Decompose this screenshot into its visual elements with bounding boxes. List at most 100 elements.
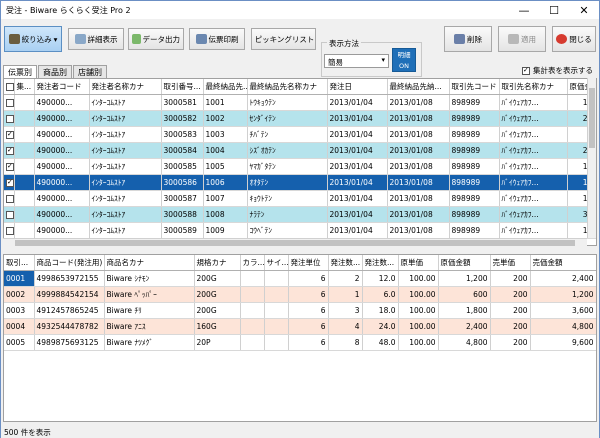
column-header[interactable]: 商品名カナ <box>104 255 195 271</box>
order-line-row[interactable]: 0005 4989875693125 Biware ﾅﾂﾒｸﾞ 20P 6 8 48.0 10… <box>4 334 596 351</box>
tab-by-product[interactable]: 商品別 <box>38 65 72 78</box>
orders-horizontal-scrollbar[interactable] <box>3 238 587 247</box>
order-line-row[interactable]: 0004 4932544478782 Biware ｱﾆｽ 160G 6 4 24.0 100… <box>4 318 596 335</box>
column-header[interactable]: 発注数... <box>328 255 363 271</box>
column-header[interactable]: カラ... <box>240 255 265 271</box>
row-checkbox-cell[interactable] <box>4 142 15 159</box>
column-header[interactable]: 商品コード(発注用) <box>34 255 105 271</box>
column-header[interactable]: 取引... <box>4 255 35 271</box>
column-header[interactable]: 発注者名称カナ <box>89 79 162 95</box>
row-checkbox[interactable] <box>6 114 13 123</box>
column-header[interactable]: 発注数... <box>362 255 399 271</box>
order-line-row[interactable]: 0002 4999884542154 Biware ﾍﾟｯﾊﾟｰ 200G 6 1 6.0 1… <box>4 286 596 303</box>
orders-vertical-scrollbar[interactable] <box>587 78 596 238</box>
table-cell: 490000... <box>34 158 90 175</box>
print-slip-button[interactable]: 伝票印刷 <box>189 28 245 50</box>
row-checkbox-cell[interactable] <box>4 174 15 191</box>
table-cell: Biware ﾅﾂﾒｸﾞ <box>104 334 195 351</box>
row-checkbox-cell[interactable] <box>4 222 15 239</box>
row-checkbox[interactable] <box>6 98 13 107</box>
row-checkbox[interactable] <box>6 146 13 155</box>
column-header[interactable]: 原単価 <box>398 255 439 271</box>
scroll-thumb[interactable] <box>589 88 595 148</box>
order-row[interactable]: 490000...ｲﾝﾀｰｺﾑｽﾄｱ30005841004ｼｽﾞｵｶﾃﾝ2013… <box>4 142 596 159</box>
table-cell: 4932544478782 <box>34 318 105 335</box>
column-header[interactable]: 取引先名称カナ <box>499 79 568 95</box>
table-cell: 0003 <box>4 302 35 319</box>
table-cell: 100.00 <box>398 286 439 303</box>
table-cell: 1,200 <box>530 286 596 303</box>
maximize-button[interactable]: ☐ <box>539 1 569 19</box>
tab-by-slip[interactable]: 伝票別 <box>3 65 37 79</box>
order-row[interactable]: 490000... ｲﾝﾀｰｺﾑｽﾄｱ 3000589 1009 ｺｳﾍﾞﾃﾝ 2013/… <box>4 222 596 239</box>
detail-toggle[interactable]: 明細 ON <box>392 48 416 72</box>
table-cell: 1 <box>328 286 363 303</box>
order-row[interactable]: 490000...ｲﾝﾀｰｺﾑｽﾄｱ30005861006ｵｵﾀﾃﾝ2013/0… <box>4 174 596 191</box>
detail-button[interactable]: 詳細表示 <box>68 28 124 50</box>
row-checkbox-cell[interactable] <box>4 94 15 111</box>
row-checkbox[interactable] <box>6 178 13 187</box>
order-row[interactable]: 490000...ｲﾝﾀｰｺﾑｽﾄｱ30005851005ﾔﾏｶﾞﾀﾃﾝ2013… <box>4 158 596 175</box>
order-line-row[interactable]: 0001 4998653972155 Biware ｼﾅﾓﾝ 200G 6 2 12.0 10… <box>4 270 596 287</box>
row-checkbox-cell[interactable] <box>4 206 15 223</box>
column-header[interactable]: 最終納品先納... <box>387 79 450 95</box>
row-checkbox[interactable] <box>6 194 13 203</box>
table-cell: 3000583 <box>161 126 204 143</box>
detail-label: 詳細表示 <box>87 34 118 44</box>
column-header[interactable]: 規格カナ <box>194 255 241 271</box>
column-header[interactable]: サイ... <box>264 255 289 271</box>
delete-button[interactable]: 削除 <box>444 26 492 52</box>
column-header[interactable]: 集... <box>14 79 35 95</box>
column-header[interactable]: 取引番号... <box>161 79 204 95</box>
scroll-thumb[interactable] <box>15 240 575 246</box>
table-cell: Biware ｼﾅﾓﾝ <box>104 270 195 287</box>
select-all-checkbox[interactable] <box>6 82 13 91</box>
row-checkbox[interactable] <box>6 130 13 139</box>
order-row[interactable]: 490000...ｲﾝﾀｰｺﾑｽﾄｱ30005831003ﾁﾊﾞﾃﾝ2013/0… <box>4 126 596 143</box>
column-header[interactable]: 最終納品先... <box>203 79 248 95</box>
table-cell <box>264 286 289 303</box>
table-cell: ｼｽﾞｵｶﾃﾝ <box>247 142 328 159</box>
close-button[interactable]: 閉じる <box>552 26 596 52</box>
picking-list-button[interactable]: ピッキングリスト <box>251 28 316 50</box>
row-checkbox[interactable] <box>6 162 13 171</box>
row-checkbox-cell[interactable] <box>4 158 15 175</box>
column-header[interactable] <box>4 79 15 95</box>
column-header[interactable]: 最終納品先名称カナ <box>247 79 328 95</box>
show-summary-checkbox[interactable] <box>522 66 530 75</box>
row-checkbox[interactable] <box>6 210 13 219</box>
order-row[interactable]: 490000... ｲﾝﾀｰｺﾑｽﾄｱ 3000581 1001 ﾄｳｷｮｳﾃﾝ 2013… <box>4 94 596 111</box>
display-select[interactable]: 簡易 ▾ <box>324 54 389 68</box>
minimize-button[interactable]: — <box>509 1 539 19</box>
order-row[interactable]: 490000... ｲﾝﾀｰｺﾑｽﾄｱ 3000587 1007 ｷｮｳﾄﾃﾝ 2013/… <box>4 190 596 207</box>
table-cell: ｲﾝﾀｰｺﾑｽﾄｱ <box>89 174 162 191</box>
order-row[interactable]: 490000... ｲﾝﾀｰｺﾑｽﾄｱ 3000588 1008 ﾅﾗﾃﾝ 2013/01… <box>4 206 596 223</box>
order-line-row[interactable]: 0003 4912457865245 Biware ﾁﾘ 200G 6 3 18.0 100.… <box>4 302 596 319</box>
column-header[interactable]: 発注日 <box>327 79 388 95</box>
column-header[interactable]: 売単価 <box>490 255 531 271</box>
row-checkbox[interactable] <box>6 226 13 235</box>
row-checkbox-cell[interactable] <box>4 190 15 207</box>
table-cell: Biware ﾍﾟｯﾊﾟｰ <box>104 286 195 303</box>
column-header[interactable]: 発注者コード <box>34 79 90 95</box>
order-row[interactable]: 490000... ｲﾝﾀｰｺﾑｽﾄｱ 3000582 1002 ｾﾝﾀﾞｲﾃﾝ 2013… <box>4 110 596 127</box>
table-cell: 3000586 <box>161 174 204 191</box>
table-cell: 490000... <box>34 142 90 159</box>
show-summary-toggle[interactable]: 集計表を表示する <box>522 65 593 76</box>
apply-button[interactable]: 適用 <box>498 26 546 52</box>
row-checkbox-cell[interactable] <box>4 126 15 143</box>
row-checkbox-cell[interactable] <box>4 110 15 127</box>
column-header[interactable]: 売価金額 <box>530 255 596 271</box>
column-header[interactable]: 取引先コード <box>449 79 500 95</box>
column-header[interactable]: 発注単位 <box>288 255 329 271</box>
table-cell: ｲﾝﾀｰｺﾑｽﾄｱ <box>89 126 162 143</box>
table-cell: ﾄｳｷｮｳﾃﾝ <box>247 94 328 111</box>
close-window-button[interactable]: ✕ <box>569 1 599 19</box>
table-cell: 2013/01/08 <box>387 110 450 127</box>
column-header[interactable]: 原価金額 <box>438 255 491 271</box>
export-button[interactable]: データ出力 <box>128 28 184 50</box>
table-cell: Biware ｱﾆｽ <box>104 318 195 335</box>
table-cell: 4 <box>328 318 363 335</box>
tab-by-store[interactable]: 店舗別 <box>73 65 107 78</box>
filter-button[interactable]: 絞り込み ▾ <box>4 26 62 52</box>
